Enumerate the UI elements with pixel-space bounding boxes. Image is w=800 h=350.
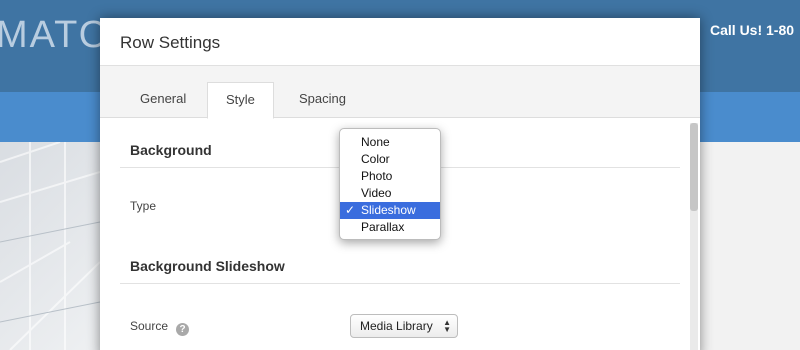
site-logo: MATO: [0, 14, 111, 56]
dropdown-option-slideshow[interactable]: ✓ Slideshow: [340, 202, 440, 219]
site-phone-number[interactable]: Call Us! 1-80: [710, 22, 794, 38]
background-type-dropdown: None Color Photo Video ✓ Slideshow Parall…: [339, 128, 441, 240]
scrollbar-thumb[interactable]: [690, 123, 698, 211]
check-icon: ✓: [345, 203, 356, 217]
tabs-bar: General Style Spacing: [100, 66, 700, 119]
type-label: Type: [130, 199, 157, 213]
dropdown-option-color[interactable]: Color: [340, 151, 440, 168]
tab-style[interactable]: Style: [207, 82, 274, 119]
tab-general[interactable]: General: [122, 82, 204, 119]
help-icon[interactable]: ?: [176, 323, 190, 336]
dropdown-option-parallax[interactable]: Parallax: [340, 219, 440, 236]
dropdown-option-none[interactable]: None: [340, 134, 440, 151]
modal-title: Row Settings: [120, 33, 221, 52]
source-label: Source?: [130, 319, 190, 336]
divider: [120, 283, 680, 284]
hero-glass-pattern: [0, 142, 100, 350]
source-select[interactable]: Media Library ▲ ▼: [350, 314, 458, 338]
dropdown-option-video[interactable]: Video: [340, 185, 440, 202]
select-arrows-icon: ▲ ▼: [443, 318, 451, 334]
section-title-background: Background: [130, 142, 212, 158]
dropdown-option-slideshow-label: Slideshow: [361, 203, 416, 217]
section-title-background-slideshow: Background Slideshow: [130, 258, 285, 274]
tab-spacing[interactable]: Spacing: [281, 82, 364, 119]
dropdown-option-photo[interactable]: Photo: [340, 168, 440, 185]
source-select-value: Media Library: [360, 319, 433, 333]
site-content-area: [700, 142, 800, 350]
source-label-text: Source: [130, 319, 169, 333]
